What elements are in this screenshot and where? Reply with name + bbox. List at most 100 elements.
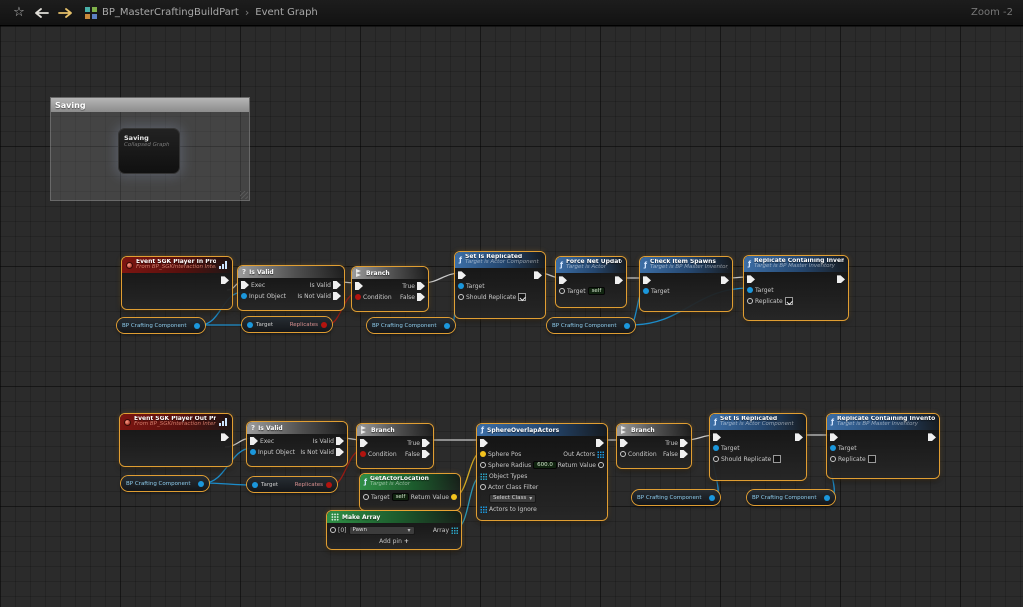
favorite-star-icon[interactable]: ☆ (10, 4, 28, 22)
event-graph-canvas[interactable]: Saving Saving Collapsed Graph (0, 26, 1023, 607)
pin-true-out[interactable]: True (402, 282, 425, 290)
object-pin-icon[interactable] (252, 482, 258, 488)
node-force-net-update[interactable]: ƒ Force Net Update Target is Actor Targe… (556, 257, 626, 307)
breadcrumb-root[interactable]: BP_MasterCraftingBuildPart (102, 7, 239, 18)
pin-condition[interactable]: Condition (360, 450, 397, 458)
object-pin-icon[interactable] (194, 323, 200, 329)
pin-array-out[interactable]: Array (433, 526, 458, 534)
node-replicate-containing-inventories-1[interactable]: ƒ Replicate Containing Inventories Targe… (744, 256, 848, 320)
pin-exec-in[interactable]: Exec (241, 281, 286, 289)
back-arrow-icon[interactable] (33, 4, 51, 22)
node-is-valid-2[interactable]: ? Is Valid Exec Input Object Is Valid Is… (247, 422, 347, 466)
pin-exec-in[interactable] (830, 433, 876, 441)
replicate-checkbox[interactable] (868, 455, 876, 463)
object-pin-icon[interactable] (624, 323, 630, 329)
pin-true-out[interactable]: True (665, 439, 688, 447)
pin-exec-in[interactable] (713, 433, 781, 441)
should-replicate-checkbox[interactable] (518, 293, 526, 301)
pin-replicate[interactable]: Replicate (747, 297, 793, 305)
pin-sphere-pos[interactable]: Sphere Pos (480, 450, 554, 458)
target-self-field[interactable]: self (392, 493, 410, 501)
pin-exec-in[interactable] (643, 276, 670, 284)
pin-out-actors[interactable]: Out Actors (563, 450, 604, 458)
pin-exec-in[interactable] (747, 275, 793, 283)
object-pin-icon[interactable] (444, 323, 450, 329)
pin-exec-in[interactable] (360, 439, 397, 447)
bool-pin-icon[interactable] (326, 482, 332, 488)
object-pin-icon[interactable] (824, 495, 830, 501)
pin-exec-out[interactable] (795, 433, 803, 441)
pin-exec-out[interactable] (534, 271, 542, 279)
wire-object[interactable] (204, 483, 252, 485)
pin-false-out[interactable]: False (405, 450, 430, 458)
pin-return-value[interactable]: Return Value (558, 461, 604, 469)
pin-exec-out[interactable] (721, 276, 729, 284)
pin-replicate[interactable]: Replicate (830, 455, 876, 463)
pin-actor-class-filter[interactable]: Actor Class Filter (480, 483, 554, 491)
pin-sphere-radius[interactable]: Sphere Radius600.0 (480, 461, 554, 469)
sphere-radius-field[interactable]: 600.0 (533, 461, 557, 469)
pin-exec-in[interactable] (559, 276, 605, 284)
node-sphere-overlap-actors[interactable]: ƒ SphereOverlapActors Sphere Pos Sphere … (477, 424, 607, 520)
pin-array-element-0[interactable]: [0]Pawn▾ (330, 526, 415, 534)
pin-target-in[interactable]: Target (643, 287, 670, 295)
node-branch-3[interactable]: Branch Condition True False (617, 424, 691, 468)
pin-exec-out[interactable] (837, 275, 845, 283)
pin-actors-to-ignore[interactable]: Actors to Ignore (480, 505, 554, 513)
node-set-is-replicated-2[interactable]: ƒ Set Is Replicated Target is Actor Comp… (710, 414, 806, 480)
target-self-field[interactable]: self (588, 287, 606, 295)
node-is-valid-1[interactable]: ? Is Valid Exec Input Object Is Valid Is… (238, 266, 344, 310)
add-pin-button[interactable]: Add pin+ (327, 538, 461, 548)
pin-exec-out[interactable] (221, 276, 229, 284)
pin-target-in[interactable]: Target (830, 444, 876, 452)
var-bp-crafting-component-4[interactable]: BP Crafting Component (121, 476, 209, 491)
pin-exec-out[interactable] (928, 433, 936, 441)
forward-arrow-icon[interactable] (56, 4, 74, 22)
object-pin-icon[interactable] (709, 495, 715, 501)
var-bp-crafting-component-3[interactable]: BP Crafting Component (547, 318, 635, 333)
pin-exec-in[interactable] (620, 439, 657, 447)
node-check-item-spawns[interactable]: ƒ Check Item Spawns Target is BP Master … (640, 257, 732, 311)
pin-object-types[interactable]: Object Types (480, 472, 554, 480)
bool-pin-icon[interactable] (321, 322, 327, 328)
node-event-sgk-player-out-proximity[interactable]: Event SGK Player Out Proximity From BP_S… (120, 414, 232, 466)
replicate-checkbox[interactable] (785, 297, 793, 305)
var-bp-crafting-component-5[interactable]: BP Crafting Component (632, 490, 720, 505)
pin-condition[interactable]: Condition (620, 450, 657, 458)
pin-return-value[interactable]: Return Value (411, 493, 457, 501)
pin-exec-in[interactable] (458, 271, 526, 279)
pin-target-in[interactable]: Targetself (363, 493, 407, 501)
pin-exec-out[interactable] (221, 433, 229, 441)
should-replicate-checkbox[interactable] (773, 455, 781, 463)
pin-input-object[interactable]: Input Object (250, 448, 295, 456)
pin-target-in[interactable]: Target (713, 444, 781, 452)
var-target-replicates-2[interactable]: TargetReplicates (247, 477, 337, 492)
node-event-sgk-player-in-proximity[interactable]: Event SGK Player In Proximity From BP_SG… (122, 257, 232, 309)
pin-is-valid-out[interactable]: Is Valid (310, 281, 341, 289)
object-pin-icon[interactable] (198, 481, 204, 487)
pin-should-replicate[interactable]: Should Replicate (458, 293, 526, 301)
pin-input-object[interactable]: Input Object (241, 292, 286, 300)
pin-condition[interactable]: Condition (355, 293, 392, 301)
element-0-dropdown[interactable]: Pawn▾ (349, 526, 415, 535)
node-replicate-containing-inventories-2[interactable]: ƒ Replicate Containing Inventories Targe… (827, 414, 939, 478)
pin-exec-in[interactable] (355, 282, 392, 290)
node-get-actor-location[interactable]: ƒ GetActorLocation Target is Actor Targe… (360, 474, 460, 510)
pin-exec-in[interactable] (480, 439, 554, 447)
node-branch-2[interactable]: Branch Condition True False (357, 424, 433, 468)
pin-is-not-valid-out[interactable]: Is Not Valid (297, 292, 341, 300)
pin-false-out[interactable]: False (663, 450, 688, 458)
var-target-replicates-1[interactable]: TargetReplicates (242, 317, 332, 332)
pin-exec-in[interactable]: Exec (250, 437, 295, 445)
pin-target-in[interactable]: Target (747, 286, 793, 294)
pin-true-out[interactable]: True (407, 439, 430, 447)
pin-target-in[interactable]: Targetself (559, 287, 605, 295)
var-bp-crafting-component-1[interactable]: BP Crafting Component (117, 318, 205, 333)
pin-is-not-valid-out[interactable]: Is Not Valid (300, 448, 344, 456)
pin-false-out[interactable]: False (400, 293, 425, 301)
node-branch-1[interactable]: Branch Condition True False (352, 267, 428, 311)
actor-class-filter-dropdown[interactable]: Select Class▾ (489, 494, 554, 502)
node-make-array[interactable]: Make Array [0]Pawn▾ Array Add pin+ (327, 511, 461, 549)
pin-exec-out[interactable] (596, 439, 604, 447)
pin-exec-out[interactable] (615, 276, 623, 284)
